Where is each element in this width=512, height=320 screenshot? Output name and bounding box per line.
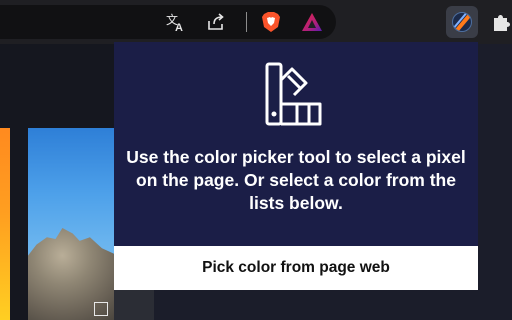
color-picker-popup: Use the color picker tool to select a pi… xyxy=(114,42,478,290)
color-swatch-icon xyxy=(265,62,322,126)
page-photo xyxy=(28,128,114,320)
page-region xyxy=(114,290,154,320)
page-right-background xyxy=(478,44,512,320)
toolbar-divider xyxy=(246,12,247,32)
browser-toolbar: 文 A xyxy=(0,0,512,44)
pick-color-button[interactable]: Pick color from page web xyxy=(114,246,478,290)
brave-rewards-icon[interactable] xyxy=(300,10,324,34)
svg-text:A: A xyxy=(175,22,183,32)
page-image-strip xyxy=(0,128,10,320)
color-picker-logo xyxy=(452,12,472,32)
extensions-puzzle-icon[interactable] xyxy=(489,10,512,34)
translate-icon[interactable]: 文 A xyxy=(164,10,188,34)
checkbox-outline xyxy=(94,302,108,316)
brave-shields-icon[interactable] xyxy=(259,10,283,34)
share-icon[interactable] xyxy=(204,10,228,34)
color-picker-extension-icon[interactable] xyxy=(446,6,478,38)
popup-instructions: Use the color picker tool to select a pi… xyxy=(126,147,466,213)
